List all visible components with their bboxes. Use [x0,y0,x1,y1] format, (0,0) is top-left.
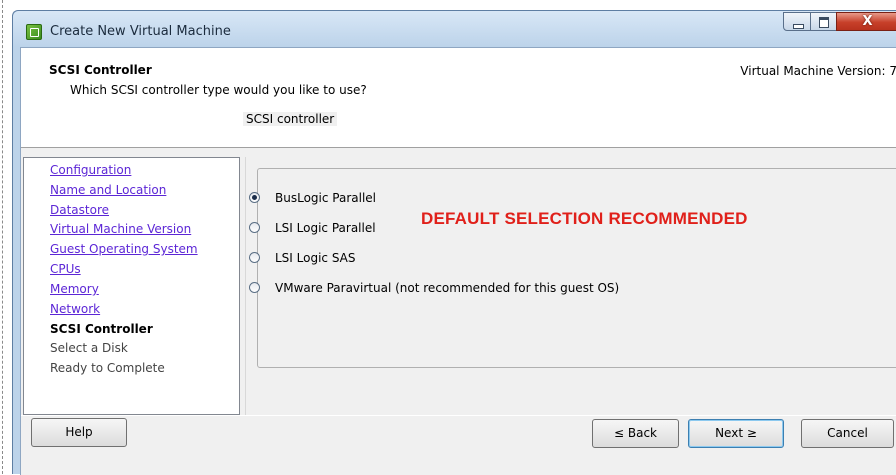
radio-label[interactable]: LSI Logic Parallel [275,221,376,235]
scsi-group-label: SCSI controller [243,112,338,126]
window-title: Create New Virtual Machine [50,24,231,39]
footer-divider [21,415,896,416]
left-guide-line [2,0,3,474]
step-ready-to-complete: Ready to Complete [50,361,165,375]
radio-icon[interactable] [249,282,260,293]
cancel-button[interactable]: Cancel [801,419,894,448]
step-select-disk: Select a Disk [50,341,128,355]
next-button[interactable]: Next ≥ [688,419,784,448]
close-icon[interactable]: X [836,12,896,31]
step-scsi-controller: SCSI Controller [50,322,153,336]
back-button-label: ≤ Back [613,426,657,440]
step-memory[interactable]: Memory [50,282,99,296]
step-cpus[interactable]: CPUs [50,262,81,276]
page-description: Which SCSI controller type would you lik… [70,83,367,97]
vm-app-icon [26,24,42,40]
radio-icon[interactable] [249,222,260,233]
wizard-client: SCSI Controller Which SCSI controller ty… [20,47,896,475]
maximize-icon[interactable] [810,12,837,31]
wizard-window: Create New Virtual Machine X SCSI Contro… [12,10,896,475]
default-selection-annotation: DEFAULT SELECTION RECOMMENDED [421,209,748,228]
minimize-icon[interactable] [783,12,811,31]
title-bar[interactable]: Create New Virtual Machine X [13,11,896,47]
radio-label[interactable]: LSI Logic SAS [275,251,356,265]
radio-icon[interactable] [249,252,260,263]
cancel-button-label: Cancel [827,426,868,440]
wizard-header: SCSI Controller Which SCSI controller ty… [21,48,896,148]
step-vm-version[interactable]: Virtual Machine Version [50,222,191,236]
close-glyph: X [862,14,873,29]
next-button-label: Next ≥ [715,426,757,440]
step-datastore[interactable]: Datastore [50,203,109,217]
step-network[interactable]: Network [50,302,100,316]
step-name-and-location[interactable]: Name and Location [50,183,166,197]
back-button[interactable]: ≤ Back [592,419,679,448]
page-title: SCSI Controller [49,63,152,77]
step-configuration[interactable]: Configuration [50,163,131,177]
vm-version-label: Virtual Machine Version: 7 [740,64,896,78]
step-guest-os[interactable]: Guest Operating System [50,242,198,256]
radio-label[interactable]: BusLogic Parallel [275,191,376,205]
help-button[interactable]: Help [31,418,127,447]
steps-nav: Configuration Name and Location Datastor… [23,157,240,415]
radio-icon[interactable] [249,192,260,203]
radio-label[interactable]: VMware Paravirtual (not recommended for … [275,281,619,295]
help-button-label: Help [65,425,93,439]
